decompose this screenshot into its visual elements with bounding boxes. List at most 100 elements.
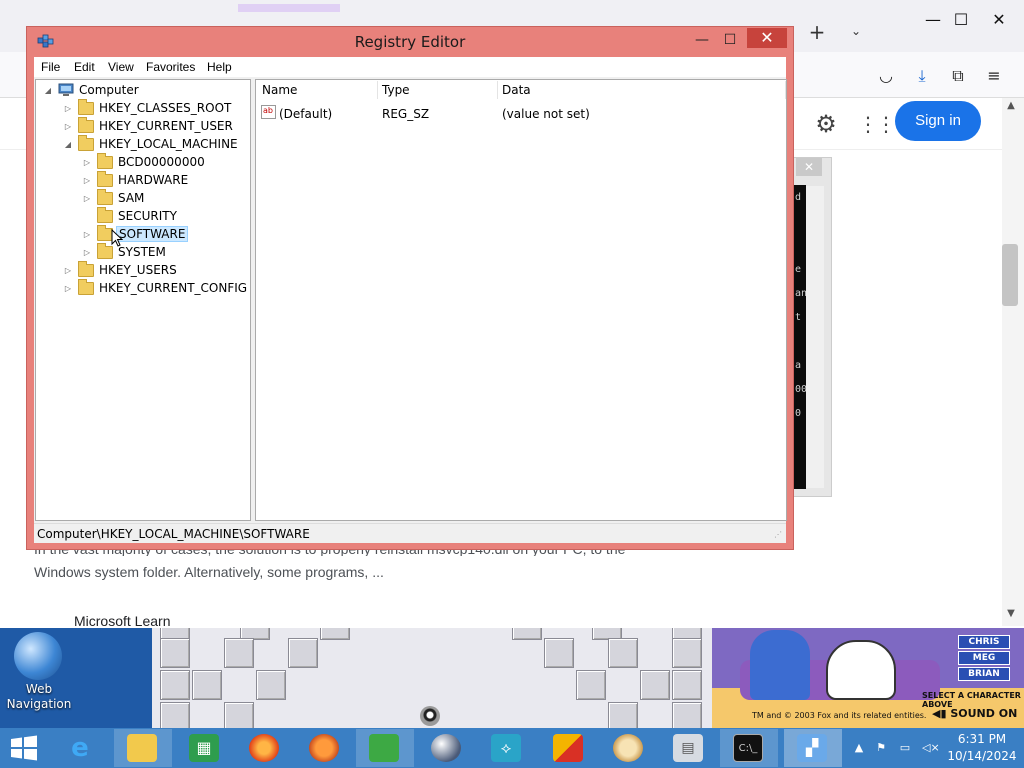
expand-icon[interactable]: ▷ xyxy=(82,193,92,205)
game-tile[interactable] xyxy=(608,702,638,728)
menu-favorites[interactable]: Favorites xyxy=(146,60,195,74)
browser-maximize-button[interactable]: ☐ xyxy=(950,10,972,30)
taskbar-registry-editor[interactable]: ▞ xyxy=(784,729,842,767)
column-header-data[interactable]: Data xyxy=(502,80,531,100)
column-divider[interactable] xyxy=(377,81,378,99)
windows-start-icon[interactable] xyxy=(8,734,40,762)
taskbar-pinball[interactable] xyxy=(418,729,476,767)
action-center-icon[interactable]: ⚑ xyxy=(874,740,888,756)
character-button-brian[interactable]: BRIAN xyxy=(958,667,1010,681)
taskbar-store[interactable]: ▦ xyxy=(176,729,234,767)
column-header-name[interactable]: Name xyxy=(262,80,297,100)
tray-overflow-icon[interactable]: ▲ xyxy=(852,740,866,756)
expand-icon[interactable]: ▷ xyxy=(82,247,92,259)
expand-icon[interactable]: ▷ xyxy=(63,265,73,277)
volume-muted-icon[interactable]: ◁× xyxy=(922,740,940,756)
taskbar-command-prompt[interactable]: C:\_ xyxy=(720,729,778,767)
game-tile[interactable] xyxy=(544,638,574,668)
taskbar-firefox[interactable] xyxy=(236,729,294,767)
result-source[interactable]: Microsoft Learn xyxy=(74,613,170,629)
taskbar-paint[interactable] xyxy=(600,729,658,767)
game-tile[interactable] xyxy=(608,638,638,668)
character-button-chris[interactable]: CHRIS xyxy=(958,635,1010,649)
game-tile[interactable] xyxy=(288,638,318,668)
value-type: REG_SZ xyxy=(382,107,430,121)
scroll-down-icon[interactable]: ▼ xyxy=(1004,608,1018,622)
taskbar-office[interactable] xyxy=(540,729,598,767)
taskbar-family-guy-game[interactable] xyxy=(356,729,414,767)
gear-icon[interactable]: ⚙ xyxy=(812,110,840,138)
collapse-icon[interactable]: ◢ xyxy=(43,85,53,97)
game-tile[interactable] xyxy=(224,702,254,728)
pocket-icon[interactable]: ◡ xyxy=(876,66,896,86)
network-status-icon[interactable]: ▭ xyxy=(898,740,912,756)
game-tile[interactable] xyxy=(256,670,286,700)
collapse-icon[interactable]: ◢ xyxy=(63,139,73,151)
values-list[interactable] xyxy=(255,79,787,521)
taskbar-hardware-monitor[interactable]: ▤ xyxy=(660,729,718,767)
internet-explorer-icon: e xyxy=(71,733,89,763)
sign-in-button[interactable]: Sign in xyxy=(895,101,981,141)
extensions-icon[interactable]: ⧉ xyxy=(948,66,968,86)
folder-icon xyxy=(97,189,113,205)
browser-tab[interactable] xyxy=(238,4,340,12)
expand-icon[interactable]: ▷ xyxy=(63,121,73,133)
console-scrollbar[interactable] xyxy=(806,186,824,488)
game-tile[interactable] xyxy=(640,670,670,700)
taskbar-network-tool[interactable]: ⟡ xyxy=(478,729,536,767)
browser-close-button[interactable]: ✕ xyxy=(988,10,1010,30)
taskbar-paint-brush[interactable] xyxy=(296,729,354,767)
menu-view[interactable]: View xyxy=(108,60,134,74)
game-tile[interactable] xyxy=(512,628,542,640)
list-tabs-button[interactable]: ⌄ xyxy=(848,24,864,40)
game-tile[interactable] xyxy=(672,638,702,668)
tree-label-computer: Computer xyxy=(79,83,139,97)
game-tile[interactable] xyxy=(672,702,702,728)
game-tile[interactable] xyxy=(672,670,702,700)
download-icon[interactable]: ⤓ xyxy=(912,66,932,86)
maximize-button[interactable]: ☐ xyxy=(717,30,743,50)
game-tile[interactable] xyxy=(160,702,190,728)
expand-icon[interactable]: ▷ xyxy=(82,229,92,241)
sound-toggle[interactable]: ◀▮ SOUND ON xyxy=(932,707,1017,720)
browser-minimize-button[interactable]: — xyxy=(922,10,944,30)
page-scrollbar[interactable] xyxy=(1002,98,1024,626)
character-button-meg[interactable]: MEG xyxy=(958,651,1010,665)
value-name[interactable]: (Default) xyxy=(279,105,332,123)
console-close-button[interactable]: ✕ xyxy=(796,158,822,176)
column-divider[interactable] xyxy=(785,81,786,99)
taskbar-internet-explorer[interactable]: e xyxy=(52,729,110,767)
menu-icon[interactable]: ≡ xyxy=(984,66,1004,86)
desktop-icon-label[interactable]: Web Navigation xyxy=(0,682,78,712)
game-tile[interactable] xyxy=(224,638,254,668)
scroll-up-icon[interactable]: ▲ xyxy=(1004,100,1018,114)
taskbar-file-explorer[interactable] xyxy=(114,729,172,767)
tree-label: SAM xyxy=(118,191,145,205)
game-tile[interactable] xyxy=(160,670,190,700)
expand-icon[interactable]: ▷ xyxy=(82,157,92,169)
key-tree[interactable]: ◢ Computer ▷ HKEY_CLASSES_ROOT ▷ HKEY_CU… xyxy=(35,79,251,521)
close-button[interactable]: ✕ xyxy=(747,28,787,48)
expand-icon[interactable]: ▷ xyxy=(63,283,73,295)
menu-file[interactable]: File xyxy=(41,60,60,74)
title-bar[interactable]: Registry Editor — ☐ ✕ xyxy=(27,27,793,57)
new-tab-button[interactable]: + xyxy=(808,22,826,42)
clock-time: 6:31 PM xyxy=(957,732,1007,746)
game-tile[interactable] xyxy=(192,670,222,700)
game-tile[interactable] xyxy=(320,628,350,640)
status-bar: Computer\HKEY_LOCAL_MACHINE\SOFTWARE ⋰ xyxy=(34,523,786,543)
page-scroll-thumb[interactable] xyxy=(1002,244,1018,306)
menu-help[interactable]: Help xyxy=(207,60,232,74)
expand-icon[interactable]: ▷ xyxy=(63,103,73,115)
minimize-button[interactable]: — xyxy=(689,30,715,50)
web-navigation-icon[interactable] xyxy=(14,632,62,680)
resize-grip-icon[interactable]: ⋰ xyxy=(774,530,784,540)
system-clock[interactable]: 6:31 PM 10/14/2024 xyxy=(944,731,1020,765)
expand-icon[interactable]: ▷ xyxy=(82,175,92,187)
column-header-type[interactable]: Type xyxy=(382,80,410,100)
apps-grid-icon[interactable]: ⋮⋮⋮ xyxy=(858,110,914,138)
game-tile[interactable] xyxy=(160,638,190,668)
game-tile[interactable] xyxy=(576,670,606,700)
menu-edit[interactable]: Edit xyxy=(74,60,95,74)
column-divider[interactable] xyxy=(497,81,498,99)
